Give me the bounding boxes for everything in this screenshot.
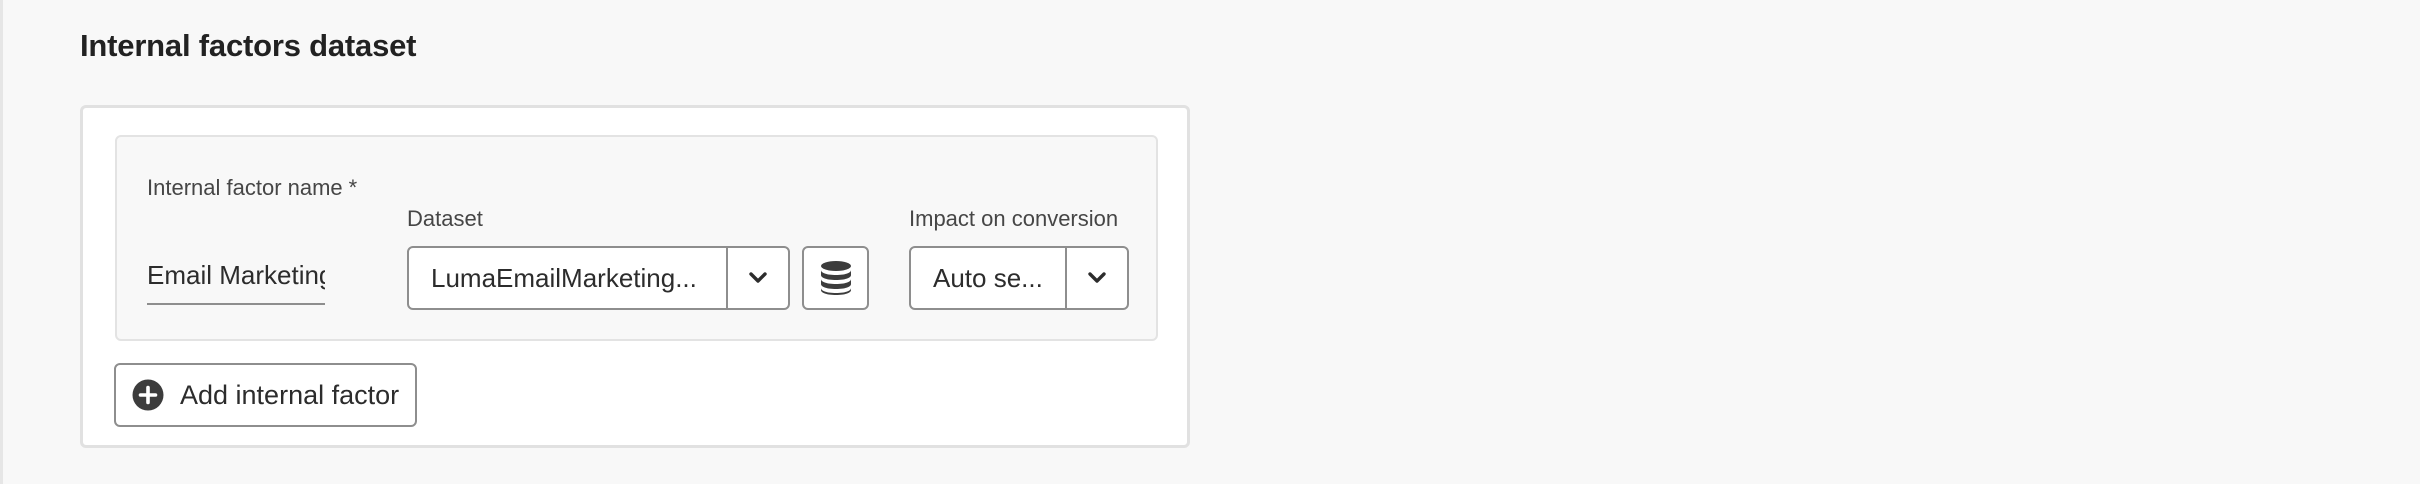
add-internal-factor-label: Add internal factor	[180, 379, 400, 410]
add-circle-icon	[132, 379, 164, 411]
dataset-picker-value: LumaEmailMarketing...	[431, 263, 697, 293]
internal-factor-row: Internal factor name* Email Marketing ..…	[115, 135, 1158, 341]
dataset-picker[interactable]: LumaEmailMarketing...	[407, 246, 790, 310]
required-asterisk: *	[348, 175, 358, 200]
impact-on-conversion-picker[interactable]: Auto se...	[909, 246, 1129, 310]
impact-picker-value: Auto se...	[933, 263, 1043, 293]
internal-factor-name-label-text: Internal factor name	[147, 175, 343, 200]
internal-factor-name-label: Internal factor name *	[147, 175, 357, 201]
chevron-down-icon	[749, 272, 767, 283]
database-icon	[820, 261, 851, 295]
browse-datasets-button[interactable]	[802, 246, 869, 310]
internal-factor-name-input[interactable]: Email Marketing ...	[147, 245, 325, 305]
internal-factors-panel: Internal factor name* Email Marketing ..…	[80, 105, 1190, 448]
add-internal-factor-button[interactable]: Add internal factor	[114, 363, 417, 427]
page: Internal factors dataset Internal factor…	[0, 0, 2420, 484]
left-edge-divider	[0, 0, 3, 484]
section-title: Internal factors dataset	[80, 28, 417, 63]
dataset-picker-toggle[interactable]	[726, 248, 788, 308]
dataset-label: Dataset	[407, 206, 483, 231]
impact-picker-toggle[interactable]	[1065, 248, 1127, 308]
impact-on-conversion-label: Impact on conversion	[909, 206, 1119, 231]
chevron-down-icon	[1088, 272, 1106, 283]
